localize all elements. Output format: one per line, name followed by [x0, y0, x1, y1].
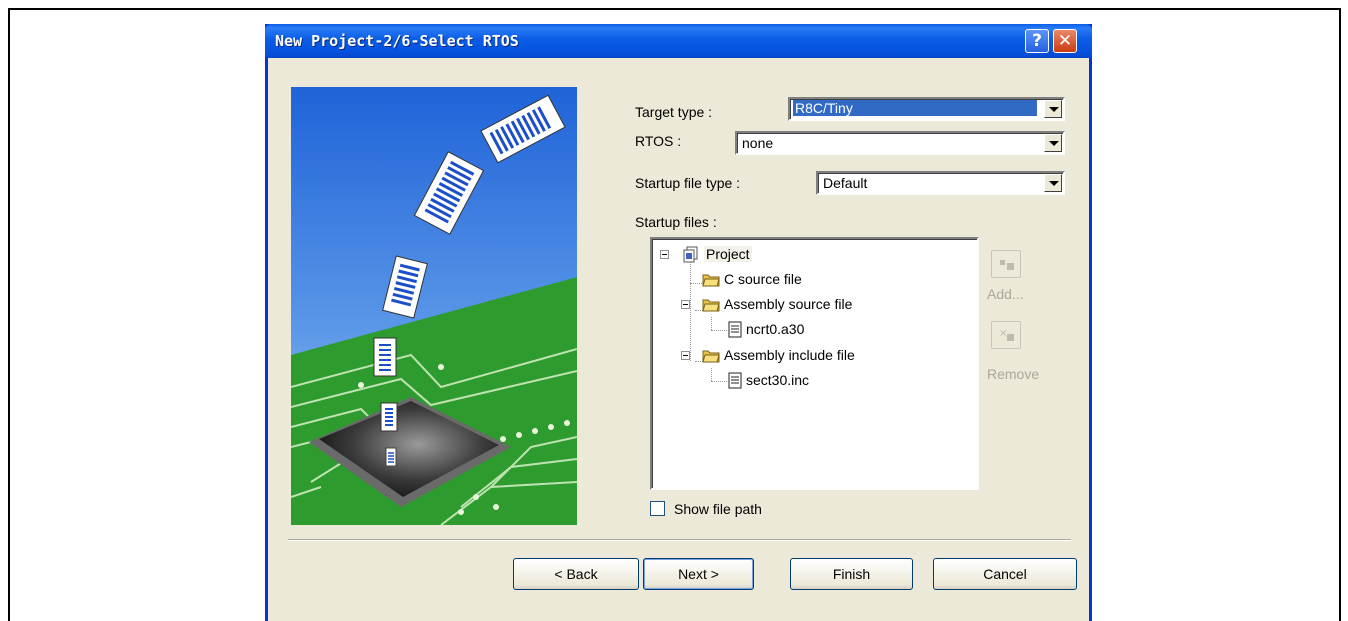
collapse-icon[interactable]: [681, 351, 690, 360]
tree-node-label: C source file: [724, 271, 802, 287]
rtos-label: RTOS :: [635, 133, 682, 149]
tree-node-label: Project: [704, 246, 752, 262]
file-icon: [728, 321, 742, 338]
rtos-value: none: [742, 135, 774, 151]
close-button[interactable]: ✕: [1053, 29, 1077, 53]
folder-icon: [702, 297, 720, 312]
tree-node-label: sect30.inc: [746, 372, 810, 388]
folder-icon: [702, 348, 720, 363]
remove-file-button[interactable]: ×: [991, 321, 1021, 349]
finish-button[interactable]: Finish: [790, 558, 913, 590]
add-file-button[interactable]: [991, 250, 1021, 278]
help-button[interactable]: ?: [1025, 29, 1049, 53]
tree-line: [711, 368, 712, 381]
collapse-icon[interactable]: [681, 300, 690, 309]
tree-node-label: Assembly include file: [724, 347, 855, 363]
target-type-value: R8C/Tiny: [793, 100, 1037, 116]
remove-file-icon: ×: [999, 328, 1014, 341]
separator: [288, 539, 1071, 541]
tree-line: [711, 381, 727, 382]
collapse-icon[interactable]: [660, 250, 669, 259]
new-project-dialog: New Project-2/6-Select RTOS ? ✕ Target t…: [265, 24, 1092, 621]
tree-line: [690, 262, 691, 283]
tree-line: [690, 283, 702, 284]
title-bar: New Project-2/6-Select RTOS ? ✕: [265, 24, 1092, 58]
folder-icon: [702, 272, 720, 287]
wizard-illustration: [291, 87, 577, 525]
show-file-path-checkbox[interactable]: [650, 501, 665, 516]
tree-line: [711, 330, 727, 331]
cancel-button[interactable]: Cancel: [933, 558, 1077, 590]
file-icon: [728, 372, 742, 389]
startup-file-type-label: Startup file type :: [635, 175, 741, 191]
tree-line: [690, 283, 691, 361]
rtos-combo[interactable]: none: [735, 131, 1065, 155]
target-type-label: Target type :: [635, 104, 713, 120]
svg-text:×: ×: [999, 328, 1007, 339]
chevron-down-icon[interactable]: [1044, 100, 1062, 118]
next-button[interactable]: Next >: [643, 558, 754, 590]
tree-node-label: ncrt0.a30: [746, 321, 805, 337]
back-button[interactable]: < Back: [513, 558, 639, 590]
tree-line: [711, 317, 712, 330]
startup-file-type-value: Default: [823, 175, 868, 191]
tree-node-label: Assembly source file: [724, 296, 853, 312]
dialog-title: New Project-2/6-Select RTOS: [275, 32, 519, 50]
startup-files-tree[interactable]: Project C source file Assembly source fi…: [650, 237, 979, 490]
show-file-path-label: Show file path: [674, 501, 762, 517]
project-icon: [682, 246, 699, 263]
add-label: Add...: [987, 286, 1024, 302]
startup-files-label: Startup files :: [635, 214, 717, 230]
chevron-down-icon[interactable]: [1044, 174, 1062, 192]
startup-file-type-combo[interactable]: Default: [816, 171, 1065, 195]
target-type-combo[interactable]: R8C/Tiny: [788, 97, 1065, 121]
add-file-icon: [1000, 260, 1014, 270]
chevron-down-icon[interactable]: [1044, 134, 1062, 152]
remove-label: Remove: [987, 366, 1040, 382]
